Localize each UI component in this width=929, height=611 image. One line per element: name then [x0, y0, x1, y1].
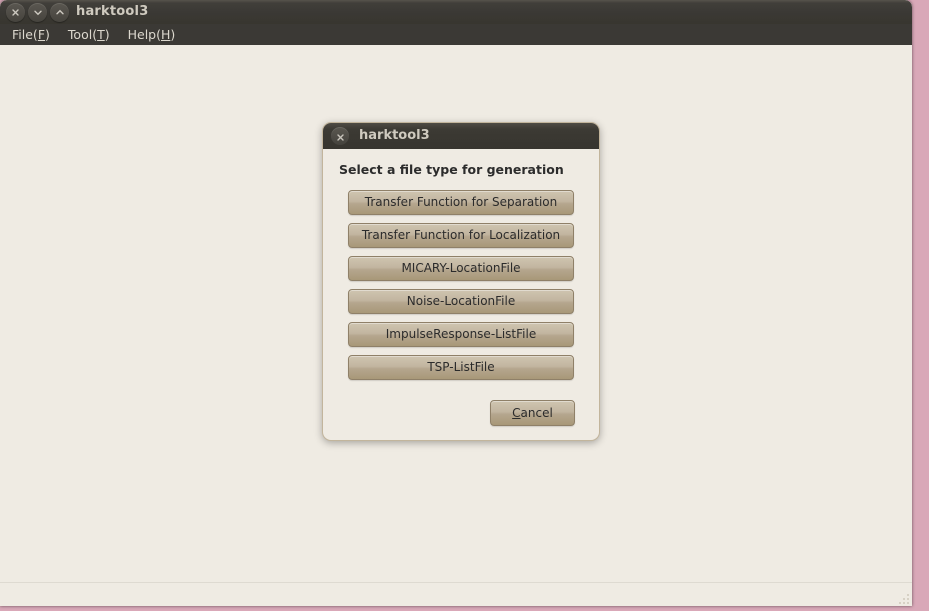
close-icon	[11, 8, 20, 17]
dialog-footer: Cancel	[337, 400, 585, 426]
file-type-button-list: Transfer Function for Separation Transfe…	[337, 190, 585, 380]
chevron-up-icon	[55, 8, 65, 17]
cancel-button-mnemonic: C	[512, 406, 521, 420]
dialog-body: Select a file type for generation Transf…	[323, 149, 599, 440]
file-type-dialog: harktool3 Select a file type for generat…	[322, 122, 600, 441]
statusbar	[0, 582, 912, 606]
menu-item-tool[interactable]: Tool(T)	[59, 25, 119, 45]
resize-grip[interactable]	[894, 589, 910, 605]
menu-item-file-mnemonic: F	[37, 26, 46, 42]
menubar: File(F) Tool(T) Help(H)	[0, 24, 912, 45]
menu-item-file-label: File	[12, 26, 33, 42]
file-type-button-transfer-function-separation[interactable]: Transfer Function for Separation	[348, 190, 574, 215]
file-type-button-tsp-listfile[interactable]: TSP-ListFile	[348, 355, 574, 380]
dialog-title: harktool3	[359, 128, 430, 143]
file-type-button-micary-locationfile[interactable]: MICARY-LocationFile	[348, 256, 574, 281]
dialog-close-button[interactable]	[331, 127, 349, 145]
window-controls	[6, 3, 69, 22]
chevron-down-icon	[33, 8, 43, 17]
minimize-button[interactable]	[28, 3, 47, 22]
desktop-background: harktool3 File(F) Tool(T) Help(H) harkto…	[0, 0, 929, 611]
close-button[interactable]	[6, 3, 25, 22]
file-type-button-transfer-function-localization[interactable]: Transfer Function for Localization	[348, 223, 574, 248]
menu-item-tool-label: Tool	[67, 26, 93, 42]
dialog-titlebar: harktool3	[323, 123, 599, 149]
menu-item-help-mnemonic: H	[161, 26, 171, 42]
cancel-button[interactable]: Cancel	[490, 400, 575, 426]
dialog-prompt: Select a file type for generation	[339, 162, 564, 177]
window-title: harktool3	[76, 4, 149, 19]
menu-item-help-label: Help	[127, 26, 157, 42]
window-titlebar: harktool3	[0, 0, 912, 24]
file-type-button-noise-locationfile[interactable]: Noise-LocationFile	[348, 289, 574, 314]
cancel-button-label-rest: ancel	[520, 406, 553, 420]
close-icon	[336, 127, 345, 146]
menu-item-file[interactable]: File(F)	[3, 25, 59, 45]
menu-item-tool-mnemonic: T	[97, 26, 105, 42]
file-type-button-impulseresponse-listfile[interactable]: ImpulseResponse-ListFile	[348, 322, 574, 347]
maximize-button[interactable]	[50, 3, 69, 22]
menu-item-help[interactable]: Help(H)	[119, 25, 185, 45]
